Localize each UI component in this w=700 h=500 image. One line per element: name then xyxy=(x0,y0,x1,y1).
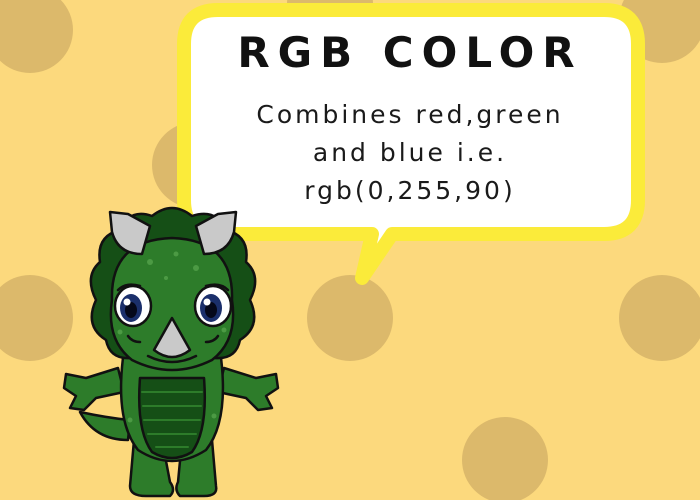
dino-spot xyxy=(173,251,179,257)
dino-spot xyxy=(117,329,123,335)
slide-canvas: RGB COLOR Combines red,green and blue i.… xyxy=(0,0,700,500)
dino-spot xyxy=(221,327,227,333)
triceratops-mascot-icon xyxy=(62,206,280,498)
dino-spot xyxy=(193,265,199,271)
dino-spot xyxy=(164,276,168,280)
dino-right-arm xyxy=(216,366,280,412)
dino-left-arm xyxy=(62,366,126,412)
dino-spot xyxy=(211,413,217,419)
dino-left-eye-shine xyxy=(123,298,131,306)
dino-spot xyxy=(147,259,153,265)
dino-right-eye-shine xyxy=(203,298,211,306)
dino-spot xyxy=(127,417,133,423)
